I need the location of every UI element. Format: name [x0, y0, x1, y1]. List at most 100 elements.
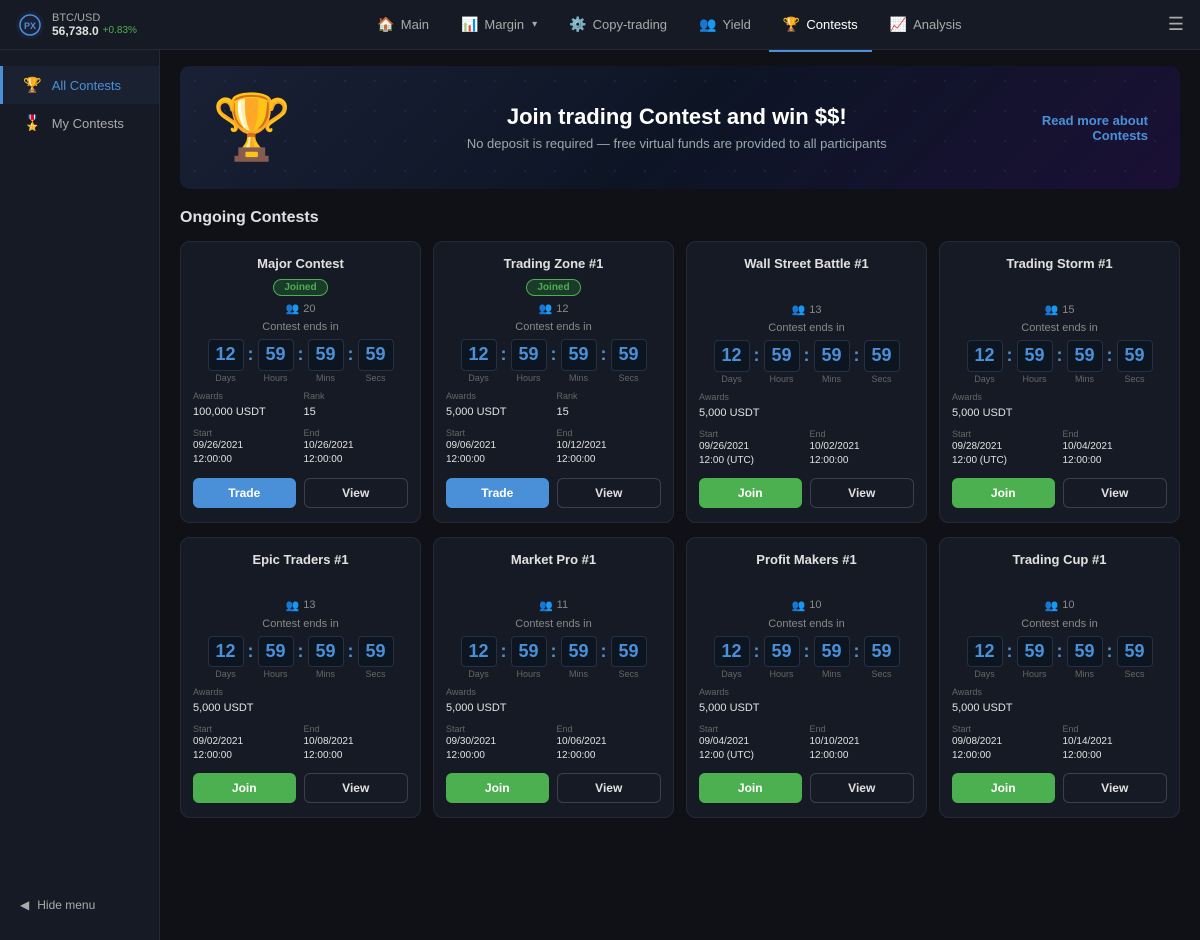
countdown-hours: 59 Hours [511, 636, 547, 680]
primary-action-button[interactable]: Join [952, 773, 1055, 803]
view-button[interactable]: View [557, 773, 662, 803]
hours-value: 59 [1017, 340, 1053, 372]
sidebar-item-my-contests[interactable]: 🎖️ My Contests [0, 104, 159, 142]
primary-action-button[interactable]: Join [193, 773, 296, 803]
read-more-link[interactable]: Read more about Contests [1042, 113, 1148, 143]
awards-info: Awards 100,000 USDT [193, 391, 298, 420]
awards-label: Awards [446, 391, 551, 401]
view-button[interactable]: View [304, 773, 409, 803]
nav-margin[interactable]: 📊 Margin ▾ [447, 10, 551, 39]
start-date-value: 09/30/202112:00:00 [446, 735, 551, 763]
mins-value: 59 [814, 340, 850, 372]
card-dates: Start 09/26/202112:00 (UTC) End 10/02/20… [699, 429, 914, 468]
countdown-secs: 59 Secs [358, 636, 394, 680]
primary-action-button[interactable]: Join [952, 478, 1055, 508]
countdown-sep1: : [248, 641, 254, 662]
mins-label: Mins [569, 669, 588, 679]
start-label: Start [952, 429, 1057, 439]
contest-card-wall-street-battle-1: Wall Street Battle #1 👥 13 Contest ends … [686, 241, 927, 523]
card-title: Trading Zone #1 [446, 256, 661, 271]
view-button[interactable]: View [1063, 478, 1168, 508]
analysis-icon: 📈 [890, 16, 907, 33]
view-button[interactable]: View [557, 478, 662, 508]
nav-analysis[interactable]: 📈 Analysis [876, 10, 976, 39]
primary-action-button[interactable]: Join [699, 773, 802, 803]
start-label: Start [446, 428, 551, 438]
end-label: End [810, 429, 915, 439]
card-dates: Start 09/28/202112:00 (UTC) End 10/04/20… [952, 429, 1167, 468]
awards-value: 5,000 USDT [446, 702, 507, 714]
participants-count: 10 [1062, 599, 1074, 611]
contest-card-trading-zone-1: Trading Zone #1 Joined 👥 12 Contest ends… [433, 241, 674, 523]
countdown-sep2: : [551, 641, 557, 662]
card-info: Awards 5,000 USDT Rank 15 [446, 391, 661, 420]
start-date-value: 09/26/202112:00:00 [193, 439, 298, 467]
view-button[interactable]: View [810, 773, 915, 803]
card-buttons: Join View [952, 773, 1167, 803]
card-title: Profit Makers #1 [699, 552, 914, 567]
nav-contests[interactable]: 🏆 Contests [769, 10, 872, 39]
card-info: Awards 5,000 USDT [952, 392, 1167, 421]
mins-label: Mins [1075, 669, 1094, 679]
countdown-mins: 59 Mins [1067, 340, 1103, 384]
read-more-sub: Contests [1042, 128, 1148, 143]
view-button[interactable]: View [304, 478, 409, 508]
countdown-days: 12 Days [208, 339, 244, 383]
contest-ends-label: Contest ends in [193, 618, 408, 630]
rank-info-empty [557, 687, 662, 716]
btc-pair: BTC/USD [52, 12, 137, 24]
primary-action-button[interactable]: Trade [193, 478, 296, 508]
end-date: End 10/26/202112:00:00 [304, 428, 409, 467]
participants-icon: 👥 [539, 599, 553, 612]
countdown-sep3: : [348, 344, 354, 365]
hide-menu-button[interactable]: ◀ Hide menu [0, 886, 159, 924]
countdown-sep3: : [601, 641, 607, 662]
view-button[interactable]: View [1063, 773, 1168, 803]
card-dates: Start 09/30/202112:00:00 End 10/06/20211… [446, 724, 661, 763]
primary-action-button[interactable]: Join [699, 478, 802, 508]
countdown-sep2: : [804, 345, 810, 366]
countdown-mins: 59 Mins [308, 636, 344, 680]
primary-action-button[interactable]: Join [446, 773, 549, 803]
hamburger-menu[interactable]: ☰ [1168, 14, 1184, 35]
nav-main[interactable]: 🏠 Main [363, 10, 443, 39]
nav-yield[interactable]: 👥 Yield [685, 10, 765, 39]
primary-action-button[interactable]: Trade [446, 478, 549, 508]
secs-value: 59 [864, 340, 900, 372]
participants-count: 10 [809, 599, 821, 611]
days-value: 12 [208, 636, 244, 668]
my-contests-icon: 🎖️ [23, 114, 42, 132]
sidebar-item-all-contests[interactable]: 🏆 All Contests [0, 66, 159, 104]
secs-value: 59 [611, 339, 647, 371]
awards-value: 100,000 USDT [193, 406, 266, 418]
countdown-hours: 59 Hours [1017, 340, 1053, 384]
btc-info: BTC/USD 56,738.0 +0.83% [52, 12, 137, 38]
end-date: End 10/06/202112:00:00 [557, 724, 662, 763]
days-label: Days [468, 373, 489, 383]
contest-card-trading-storm-1: Trading Storm #1 👥 15 Contest ends in 12… [939, 241, 1180, 523]
countdown-days: 12 Days [714, 340, 750, 384]
participants-count: 20 [303, 303, 315, 315]
rank-info-empty [810, 687, 915, 716]
secs-label: Secs [1124, 669, 1144, 679]
countdown-sep2: : [551, 344, 557, 365]
nav-analysis-label: Analysis [913, 17, 961, 32]
days-label: Days [215, 669, 236, 679]
rank-value: 15 [304, 406, 316, 418]
trophy-icon: 🏆 [212, 90, 292, 165]
awards-label: Awards [952, 687, 1057, 697]
hours-value: 59 [511, 636, 547, 668]
nav-copy-trading[interactable]: ⚙️ Copy-trading [555, 10, 681, 39]
contest-ends-label: Contest ends in [952, 618, 1167, 630]
start-date-value: 09/02/202112:00:00 [193, 735, 298, 763]
yield-icon: 👥 [699, 16, 716, 33]
countdown-mins: 59 Mins [814, 340, 850, 384]
rank-info: Rank 15 [304, 391, 409, 420]
days-label: Days [721, 374, 742, 384]
card-buttons: Join View [193, 773, 408, 803]
secs-label: Secs [871, 669, 891, 679]
hours-value: 59 [764, 340, 800, 372]
mins-label: Mins [316, 373, 335, 383]
view-button[interactable]: View [810, 478, 915, 508]
start-date-value: 09/08/202112:00:00 [952, 735, 1057, 763]
